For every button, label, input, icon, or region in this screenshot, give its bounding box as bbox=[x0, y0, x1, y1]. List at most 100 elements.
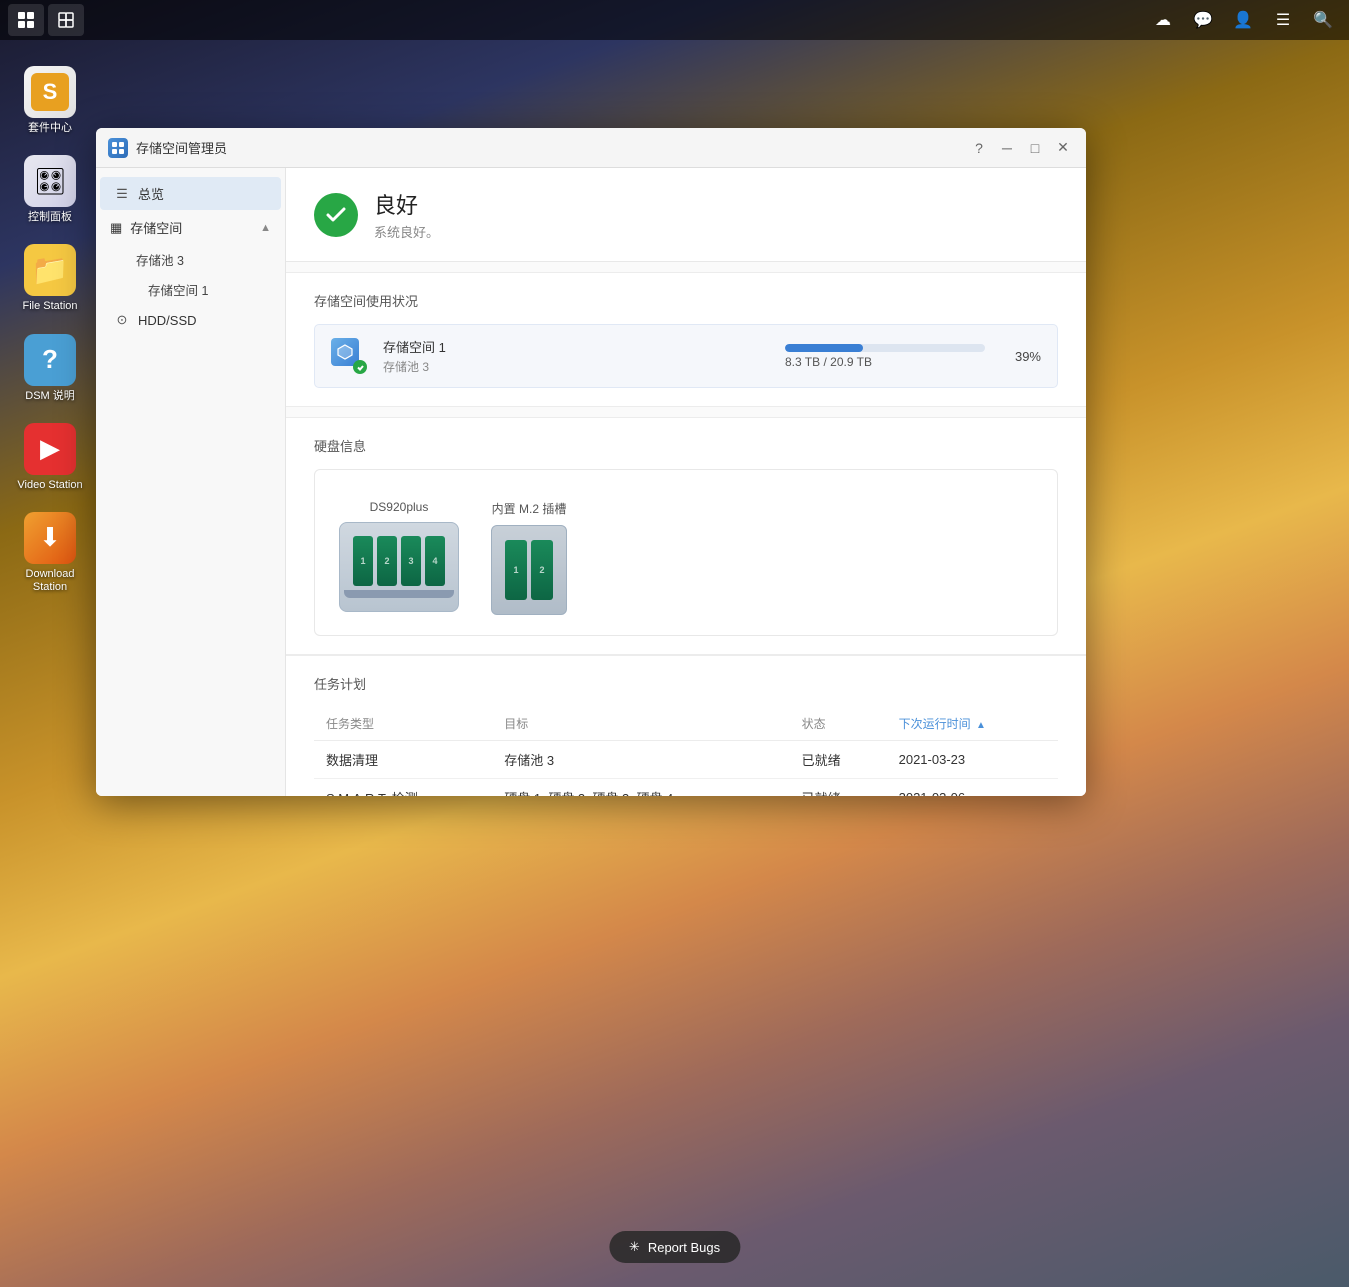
window-help-button[interactable]: ? bbox=[968, 137, 990, 159]
dsm-help-icon-img: ? bbox=[24, 334, 76, 386]
sidebar-item-hdd-ssd[interactable]: ⊙ HDD/SSD bbox=[100, 305, 281, 335]
pool-check-small-icon bbox=[353, 360, 367, 374]
sidebar-item-video-station[interactable]: ▶ Video Station bbox=[6, 417, 94, 498]
sidebar-item-pool3[interactable]: 存储池 3 bbox=[128, 245, 281, 274]
col-target[interactable]: 目标 bbox=[492, 707, 789, 741]
window-body: ☰ 总览 ▦ 存储空间 ▲ 存储池 3 存储空间 1 ⊙ bbox=[96, 168, 1086, 796]
storage-expand-icon: ▲ bbox=[260, 222, 271, 234]
windows-switch-icon[interactable] bbox=[48, 4, 84, 36]
search-icon[interactable]: 🔍 bbox=[1305, 4, 1341, 36]
storage-usage-section: 存储空间使用状况 bbox=[286, 272, 1086, 407]
user-icon[interactable]: 👤 bbox=[1225, 4, 1261, 36]
ds920plus-label: DS920plus bbox=[370, 500, 429, 514]
nas-box: 1 2 3 4 bbox=[339, 522, 459, 612]
status-cell: 已就绪 bbox=[790, 741, 887, 779]
pool-total: 20.9 TB bbox=[830, 355, 872, 369]
pool-progress-fill bbox=[785, 344, 863, 352]
storage-space-label: 存储空间 bbox=[130, 218, 182, 237]
status-subtitle: 系统良好。 bbox=[374, 222, 439, 241]
nas-drive-3: 3 bbox=[401, 536, 421, 586]
nas-base bbox=[344, 590, 454, 598]
status-text-block: 良好 系统良好。 bbox=[374, 188, 439, 241]
main-content: 良好 系统良好。 存储空间使用状况 bbox=[286, 168, 1086, 796]
status-title: 良好 bbox=[374, 188, 439, 220]
pool-progress-bar bbox=[785, 344, 985, 352]
taskbar-left-buttons bbox=[8, 4, 84, 36]
grid-icon[interactable] bbox=[8, 4, 44, 36]
report-bugs-button[interactable]: ✳ Report Bugs bbox=[609, 1231, 740, 1263]
chat-icon[interactable]: 💬 bbox=[1185, 4, 1221, 36]
task-schedule-section: 任务计划 任务类型 目标 状态 下次运行时间 ▲ bbox=[286, 655, 1086, 796]
space1-label: 存储空间 1 bbox=[148, 284, 208, 298]
hdd-ssd-icon: ⊙ bbox=[114, 312, 130, 328]
report-bugs-label: Report Bugs bbox=[648, 1240, 720, 1255]
m2-slot-device[interactable]: 内置 M.2 插槽 1 2 bbox=[491, 500, 567, 615]
cloud-icon[interactable]: ☁ bbox=[1145, 4, 1181, 36]
sidebar-item-download-station[interactable]: ⬇ Download Station bbox=[6, 506, 94, 600]
col-task-type[interactable]: 任务类型 bbox=[314, 707, 492, 741]
col-status[interactable]: 状态 bbox=[790, 707, 887, 741]
pool3-label: 存储池 3 bbox=[136, 254, 184, 268]
taskbar-right-buttons: ☁ 💬 👤 ☰ 🔍 bbox=[1145, 4, 1341, 36]
sidebar-item-control-panel[interactable]: 🎛 控制面板 bbox=[6, 149, 94, 230]
table-row: S.M.A.R.T. 检测 硬盘 1, 硬盘 2, 硬盘 3, 硬盘 4 已就绪… bbox=[314, 779, 1058, 797]
task-type-cell: 数据清理 bbox=[314, 741, 492, 779]
storage-pool-row[interactable]: 存储空间 1 存储池 3 8.3 TB / 20.9 TB 39% bbox=[314, 324, 1058, 388]
m2-box: 1 2 bbox=[491, 525, 567, 615]
storage-space-icon: ▦ bbox=[110, 220, 122, 236]
status-section: 良好 系统良好。 bbox=[286, 168, 1086, 262]
sidebar-storage-sub: 存储池 3 存储空间 1 bbox=[96, 245, 285, 304]
pkg-center-icon-img: S bbox=[24, 66, 76, 118]
sidebar-item-overview[interactable]: ☰ 总览 bbox=[100, 177, 281, 210]
menu-icon[interactable]: ☰ bbox=[1265, 4, 1301, 36]
pkg-center-label: 套件中心 bbox=[28, 122, 72, 135]
window-controls: ? ─ □ ✕ bbox=[968, 137, 1074, 159]
window-titlebar: 存储空间管理员 ? ─ □ ✕ bbox=[96, 128, 1086, 168]
pool-name: 存储空间 1 bbox=[383, 337, 769, 356]
report-bugs-icon: ✳ bbox=[629, 1239, 640, 1255]
file-station-label: File Station bbox=[22, 300, 77, 313]
sidebar-item-dsm-help[interactable]: ? DSM 说明 bbox=[6, 328, 94, 409]
task-table: 任务类型 目标 状态 下次运行时间 ▲ 数据清理 存储池 3 bbox=[314, 707, 1058, 796]
target-cell: 存储池 3 bbox=[492, 741, 789, 779]
dsm-help-label: DSM 说明 bbox=[25, 390, 75, 403]
col-next-run[interactable]: 下次运行时间 ▲ bbox=[887, 707, 1058, 741]
hdd-ssd-label: HDD/SSD bbox=[138, 313, 197, 328]
control-panel-icon-img: 🎛 bbox=[24, 155, 76, 207]
pkg-s-letter: S bbox=[31, 73, 69, 111]
status-cell: 已就绪 bbox=[790, 779, 887, 797]
download-station-label: Download Station bbox=[12, 568, 88, 594]
video-station-icon-img: ▶ bbox=[24, 423, 76, 475]
overview-icon: ☰ bbox=[114, 186, 130, 202]
ds920plus-device[interactable]: DS920plus 1 2 3 4 bbox=[339, 500, 459, 615]
storage-usage-title: 存储空间使用状况 bbox=[314, 291, 1058, 310]
task-schedule-title: 任务计划 bbox=[314, 674, 1058, 693]
sort-arrow-icon: ▲ bbox=[976, 720, 986, 731]
sidebar-section-storage[interactable]: ▦ 存储空间 ▲ bbox=[96, 211, 285, 244]
window-maximize-button[interactable]: □ bbox=[1024, 137, 1046, 159]
m2-slot-label: 内置 M.2 插槽 bbox=[492, 500, 567, 517]
window-close-button[interactable]: ✕ bbox=[1052, 137, 1074, 159]
overview-label: 总览 bbox=[138, 184, 164, 203]
pool-info: 存储空间 1 存储池 3 bbox=[383, 337, 769, 375]
control-panel-label: 控制面板 bbox=[28, 211, 72, 224]
window-minimize-button[interactable]: ─ bbox=[996, 137, 1018, 159]
next-run-cell: 2021-03-06 bbox=[887, 779, 1058, 797]
window-title: 存储空间管理员 bbox=[136, 138, 960, 157]
table-row: 数据清理 存储池 3 已就绪 2021-03-23 bbox=[314, 741, 1058, 779]
sidebar-item-space1[interactable]: 存储空间 1 bbox=[128, 275, 281, 304]
pool-used: 8.3 TB bbox=[785, 355, 820, 369]
nas-drive-4: 4 bbox=[425, 536, 445, 586]
storage-section-left: ▦ 存储空间 bbox=[110, 218, 182, 237]
pool-sub: 存储池 3 bbox=[383, 358, 769, 375]
status-check-icon bbox=[314, 193, 358, 237]
sidebar-item-file-station[interactable]: 📁 File Station bbox=[6, 238, 94, 319]
taskbar-top: ☁ 💬 👤 ☰ 🔍 bbox=[0, 0, 1349, 40]
nas-drives-row: 1 2 3 4 bbox=[353, 536, 445, 586]
m2-slot-2: 2 bbox=[531, 540, 553, 600]
file-station-icon-img: 📁 bbox=[24, 244, 76, 296]
m2-slot-1: 1 bbox=[505, 540, 527, 600]
sidebar-item-pkg-center[interactable]: S 套件中心 bbox=[6, 60, 94, 141]
next-run-cell: 2021-03-23 bbox=[887, 741, 1058, 779]
hdd-info-section: 硬盘信息 DS920plus 1 2 3 4 bbox=[286, 417, 1086, 655]
